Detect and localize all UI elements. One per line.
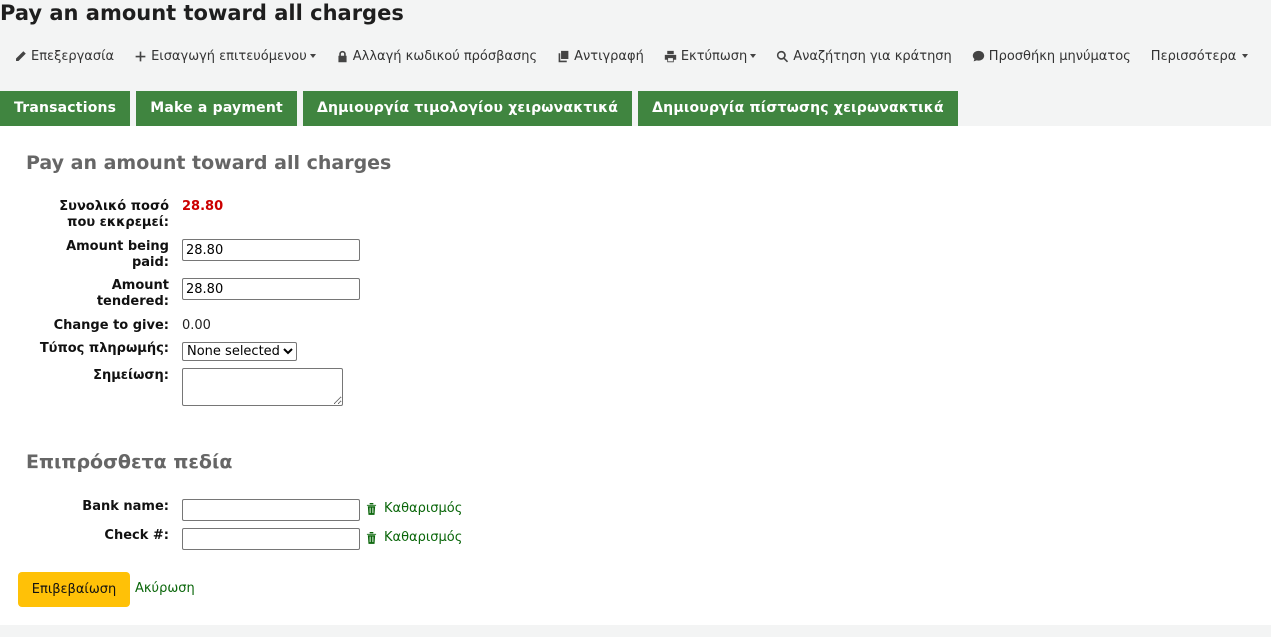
check-number-input[interactable] (182, 528, 360, 550)
form-heading: Pay an amount toward all charges (26, 152, 392, 174)
account-tabs: Transactions Make a payment Δημιουργία τ… (0, 91, 964, 126)
change-label: Change to give: (53, 318, 169, 333)
chevron-down-icon (1242, 54, 1249, 58)
amount-paid-input[interactable] (182, 239, 360, 261)
tab-create-invoice[interactable]: Δημιουργία τιμολογίου χειρωνακτικά (302, 91, 633, 126)
add-message-button[interactable]: Προσθήκη μηνύματος (972, 49, 1131, 64)
chevron-down-icon (309, 54, 316, 58)
copy-icon (558, 50, 569, 62)
bank-label: Bank name: (82, 499, 169, 514)
check-label: Check #: (104, 528, 169, 543)
plus-icon (135, 51, 146, 61)
confirm-button[interactable]: Επιβεβαίωση (18, 572, 130, 607)
clear-check-button[interactable]: Καθαρισμός (366, 530, 462, 545)
cancel-link[interactable]: Ακύρωση (135, 581, 195, 596)
chevron-down-icon (750, 54, 757, 58)
tab-make-payment[interactable]: Make a payment (136, 91, 297, 126)
print-button[interactable]: Εκτύπωση (664, 49, 757, 64)
clear-bank-button[interactable]: Καθαρισμός (366, 501, 462, 516)
comment-icon (972, 50, 984, 61)
lock-icon (338, 50, 347, 62)
payment-type-label: Τύπος πληρωμής: (39, 341, 169, 356)
trash-icon (366, 532, 377, 544)
note-label: Σημείωση: (93, 368, 169, 383)
print-icon (664, 50, 677, 62)
search-icon (777, 50, 789, 62)
edit-button[interactable]: Επεξεργασία (14, 49, 114, 64)
search-hold-button[interactable]: Αναζήτηση για κράτηση (776, 49, 952, 64)
change-password-button[interactable]: Αλλαγή κωδικού πρόσβασης (336, 49, 537, 64)
add-guarantee-button[interactable]: Εισαγωγή επιτευόμενου (134, 49, 316, 64)
tab-transactions[interactable]: Transactions (0, 91, 131, 126)
trash-icon (366, 503, 377, 515)
payment-panel: Pay an amount toward all charges Συνολικ… (0, 126, 1271, 625)
outstanding-value: 28.80 (182, 199, 224, 214)
change-value: 0.00 (182, 318, 211, 333)
tab-create-credit[interactable]: Δημιουργία πίστωσης χειρωνακτικά (638, 91, 958, 126)
duplicate-button[interactable]: Αντιγραφή (557, 49, 644, 64)
payment-type-select[interactable]: None selected (182, 342, 297, 361)
page-title: Pay an amount toward all charges (0, 1, 404, 25)
tendered-label: Amount tendered: (96, 278, 169, 309)
note-textarea[interactable] (182, 368, 343, 406)
amount-tendered-input[interactable] (182, 278, 360, 300)
patient-toolbar: Επεξεργασία Εισαγωγή επιτευόμενου Αλλαγή… (14, 46, 1268, 66)
pencil-icon (16, 50, 26, 61)
more-menu-button[interactable]: Περισσότερα (1151, 49, 1249, 64)
paid-label: Amount being paid: (66, 239, 169, 270)
extra-fields-heading: Επιπρόσθετα πεδία (26, 451, 233, 473)
bank-name-input[interactable] (182, 499, 360, 521)
outstanding-label: Συνολικό ποσό που εκκρεμεί: (59, 199, 169, 230)
